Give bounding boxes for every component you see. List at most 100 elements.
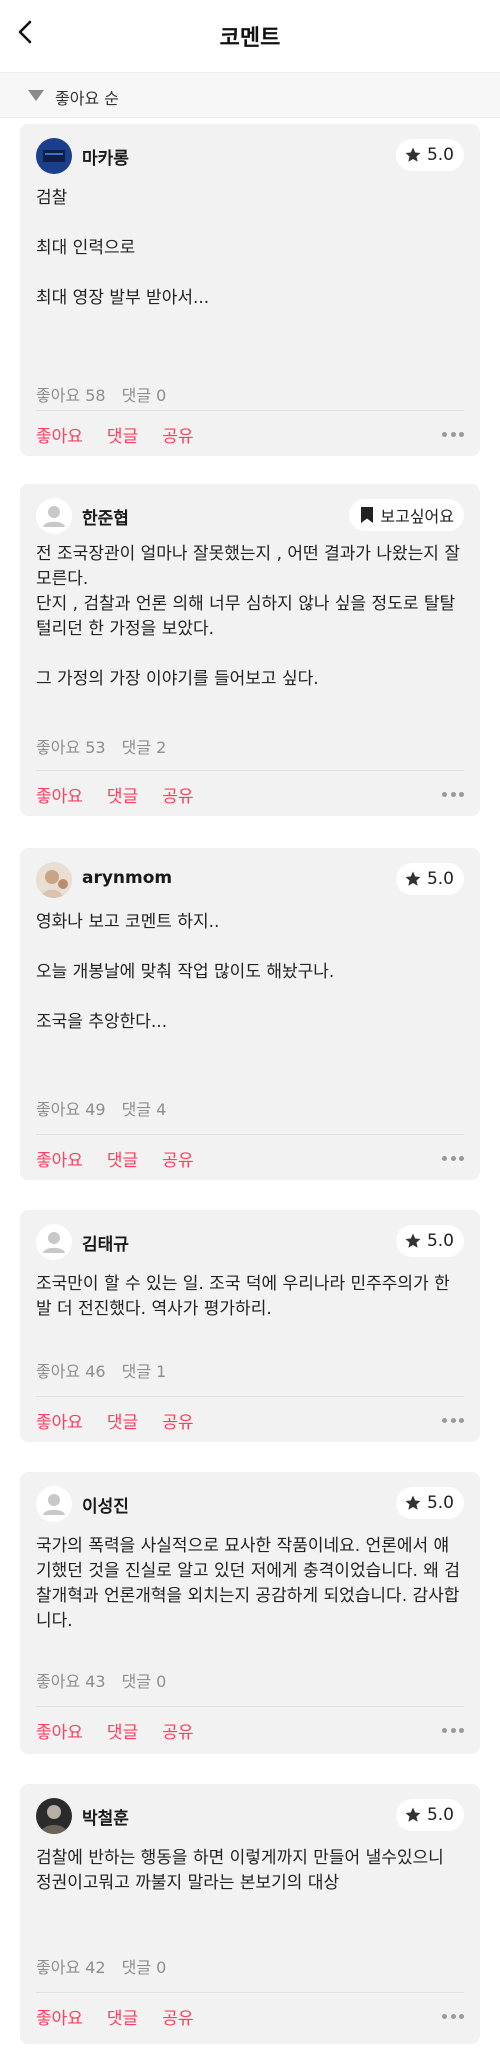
like-button[interactable]: 좋아요 (36, 1723, 83, 1743)
rating-value: 5.0 (426, 1493, 454, 1513)
comment-card: 한준협 보고싶어요 전 조국장관이 얼마나 잘못했는지 , 어떤 결과가 나왔는… (20, 484, 480, 816)
comment-card: arynmom 5.0 영화나 보고 코멘트 하지.. 오늘 개봉날에 맞춰 작… (20, 848, 480, 1180)
username[interactable]: 이성진 (82, 1492, 129, 1517)
avatar[interactable] (36, 138, 72, 174)
reply-count: 댓글 1 (121, 1362, 167, 1381)
username[interactable]: 박철훈 (82, 1804, 129, 1829)
more-options-icon[interactable] (442, 2014, 464, 2020)
comment-counts: 좋아요 58 댓글 0 (36, 382, 182, 406)
like-button[interactable]: 좋아요 (36, 2009, 83, 2029)
rating-value: 5.0 (426, 869, 454, 889)
caret-down-icon (28, 90, 44, 101)
more-options-icon[interactable] (442, 1418, 464, 1424)
reply-count: 댓글 0 (121, 1672, 167, 1691)
reply-button[interactable]: 댓글 (107, 427, 138, 447)
reply-count: 댓글 2 (121, 738, 167, 757)
rating-badge: 5.0 (395, 863, 464, 895)
like-button[interactable]: 좋아요 (36, 427, 83, 447)
more-options-icon[interactable] (442, 432, 464, 438)
like-button[interactable]: 좋아요 (36, 787, 83, 807)
avatar[interactable] (36, 1486, 72, 1522)
rating-badge: 5.0 (395, 1799, 464, 1831)
comment-text[interactable]: 검찰 최대 인력으로 최대 영장 발부 받아서... (36, 186, 464, 311)
avatar[interactable] (36, 1224, 72, 1260)
share-button[interactable]: 공유 (162, 427, 193, 447)
comment-text[interactable]: 국가의 폭력을 사실적으로 묘사한 작품이네요. 언론에서 얘기했던 것을 진실… (36, 1534, 464, 1634)
rating-value: 5.0 (426, 145, 454, 165)
reply-button[interactable]: 댓글 (107, 1151, 138, 1171)
like-count: 좋아요 43 (36, 1672, 106, 1691)
rating-badge: 5.0 (395, 1487, 464, 1519)
star-icon (405, 871, 421, 886)
more-options-icon[interactable] (442, 1728, 464, 1734)
action-bar: 좋아요 댓글 공유 (36, 1408, 217, 1433)
page-title: 코멘트 (219, 26, 281, 51)
action-bar: 좋아요 댓글 공유 (36, 782, 217, 807)
reply-count: 댓글 0 (121, 386, 167, 405)
more-options-icon[interactable] (442, 792, 464, 798)
star-icon (405, 147, 421, 162)
like-count: 좋아요 53 (36, 738, 106, 757)
reply-button[interactable]: 댓글 (107, 1413, 138, 1433)
want-to-watch-badge: 보고싶어요 (349, 499, 464, 531)
comment-card: 박철훈 5.0 검찰에 반하는 행동을 하면 이렇게까지 만들어 낼수있으니 정… (20, 1784, 480, 2044)
comment-counts: 좋아요 53 댓글 2 (36, 734, 182, 758)
divider (36, 1134, 464, 1135)
divider (36, 1992, 464, 1993)
username[interactable]: 마카롱 (82, 144, 129, 169)
username[interactable]: arynmom (82, 868, 172, 888)
username[interactable]: 김태규 (82, 1230, 129, 1255)
rating-value: 5.0 (426, 1231, 454, 1251)
action-bar: 좋아요 댓글 공유 (36, 422, 217, 447)
action-bar: 좋아요 댓글 공유 (36, 1718, 217, 1743)
share-button[interactable]: 공유 (162, 1723, 193, 1743)
share-button[interactable]: 공유 (162, 2009, 193, 2029)
divider (36, 1706, 464, 1707)
comment-card: 마카롱 5.0 검찰 최대 인력으로 최대 영장 발부 받아서... 좋아요 5… (20, 124, 480, 456)
avatar[interactable] (36, 1798, 72, 1834)
rating-value: 5.0 (426, 1805, 454, 1825)
share-button[interactable]: 공유 (162, 1151, 193, 1171)
reply-button[interactable]: 댓글 (107, 2009, 138, 2029)
sort-dropdown[interactable]: 좋아요 순 (0, 72, 500, 118)
like-button[interactable]: 좋아요 (36, 1413, 83, 1433)
like-count: 좋아요 49 (36, 1100, 106, 1119)
divider (36, 770, 464, 771)
rating-badge: 5.0 (395, 139, 464, 171)
reply-count: 댓글 0 (121, 1958, 167, 1977)
like-count: 좋아요 58 (36, 386, 106, 405)
app-header: 코멘트 (0, 0, 500, 64)
comment-counts: 좋아요 49 댓글 4 (36, 1096, 182, 1120)
comment-text[interactable]: 전 조국장관이 얼마나 잘못했는지 , 어떤 결과가 나왔는지 잘 모른다. 단… (36, 542, 464, 692)
share-button[interactable]: 공유 (162, 787, 193, 807)
avatar[interactable] (36, 862, 72, 898)
share-button[interactable]: 공유 (162, 1413, 193, 1433)
star-icon (405, 1233, 421, 1248)
comment-card: 김태규 5.0 조국만이 할 수 있는 일. 조국 덕에 우리나라 민주주의가 … (20, 1210, 480, 1442)
like-count: 좋아요 46 (36, 1362, 106, 1381)
reply-count: 댓글 4 (121, 1100, 167, 1119)
reply-button[interactable]: 댓글 (107, 787, 138, 807)
reply-button[interactable]: 댓글 (107, 1723, 138, 1743)
comment-card: 이성진 5.0 국가의 폭력을 사실적으로 묘사한 작품이네요. 언론에서 얘기… (20, 1472, 480, 1754)
comment-text[interactable]: 검찰에 반하는 행동을 하면 이렇게까지 만들어 낼수있으니 정권이고뭐고 까불… (36, 1846, 464, 1896)
star-icon (405, 1807, 421, 1822)
like-button[interactable]: 좋아요 (36, 1151, 83, 1171)
wish-label: 보고싶어요 (380, 507, 454, 526)
bookmark-icon (361, 507, 374, 523)
username[interactable]: 한준협 (82, 504, 129, 529)
action-bar: 좋아요 댓글 공유 (36, 1146, 217, 1171)
rating-badge: 5.0 (395, 1225, 464, 1257)
action-bar: 좋아요 댓글 공유 (36, 2004, 217, 2029)
like-count: 좋아요 42 (36, 1958, 106, 1977)
comment-counts: 좋아요 46 댓글 1 (36, 1358, 182, 1382)
comment-counts: 좋아요 43 댓글 0 (36, 1668, 182, 1692)
divider (36, 1396, 464, 1397)
comment-text[interactable]: 영화나 보고 코멘트 하지.. 오늘 개봉날에 맞춰 작업 많이도 해놨구나. … (36, 910, 464, 1035)
comment-text[interactable]: 조국만이 할 수 있는 일. 조국 덕에 우리나라 민주주의가 한발 더 전진했… (36, 1272, 464, 1322)
avatar[interactable] (36, 498, 72, 534)
more-options-icon[interactable] (442, 1156, 464, 1162)
star-icon (405, 1495, 421, 1510)
sort-label: 좋아요 순 (55, 89, 119, 108)
comment-counts: 좋아요 42 댓글 0 (36, 1954, 182, 1978)
